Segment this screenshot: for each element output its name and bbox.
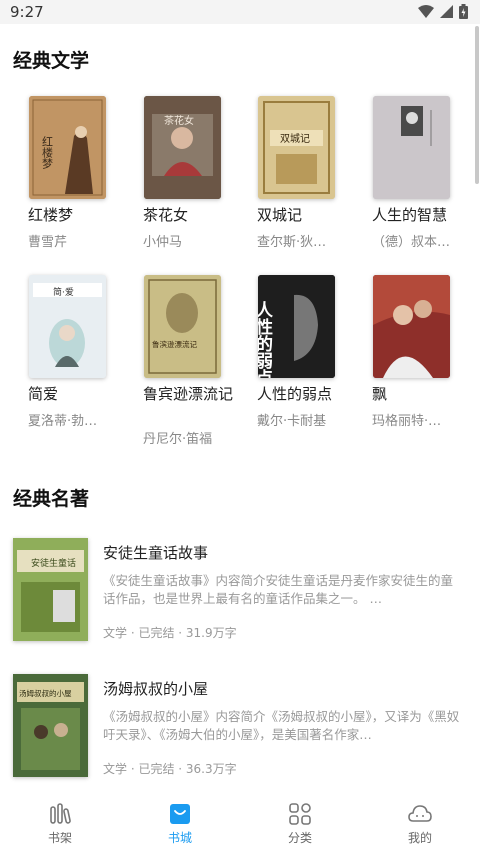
nav-bookshelf[interactable]: 书架 xyxy=(20,801,100,846)
book-cover[interactable]: 双城记 xyxy=(258,96,335,199)
book-cover[interactable]: 红楼梦 xyxy=(29,96,106,199)
book-author: （德）叔本… xyxy=(372,235,451,250)
cover-title: 简·爱 xyxy=(53,286,74,298)
nav-profile[interactable]: 我的 xyxy=(380,801,460,846)
profile-icon xyxy=(408,805,432,822)
cover-title: 安徒生童话 xyxy=(31,557,76,569)
list-item[interactable]: 安徒生童话 安徒生童话故事 《安徒生童话故事》内容简介安徒生童话是丹麦作家安徒生… xyxy=(0,530,480,650)
book-title: 人生的智慧 xyxy=(372,206,448,224)
book-title: 双城记 xyxy=(257,206,303,224)
scrollbar[interactable] xyxy=(475,26,479,184)
bottom-nav: 书架 书城 分类 我的 xyxy=(0,793,480,853)
section-title-classic-works: 经典名著 xyxy=(13,488,90,510)
book-author: 丹尼尔·笛福 xyxy=(143,432,213,447)
book-cover[interactable]: 安徒生童话 xyxy=(13,538,88,641)
nav-label: 书架 xyxy=(47,831,72,845)
book-title: 鲁宾逊漂流记 xyxy=(143,385,234,403)
cover-title: 茶花女 xyxy=(164,114,194,127)
book-cover[interactable] xyxy=(373,96,450,199)
list-item-meta: 文学 · 已完结 · 31.9万字 xyxy=(103,626,237,640)
bookstore-icon xyxy=(170,804,190,824)
cover-title: 双城记 xyxy=(280,133,310,145)
section-title-classic-literature: 经典文学 xyxy=(13,50,90,72)
wifi-icon xyxy=(418,5,434,18)
book-author: 戴尔·卡耐基 xyxy=(257,414,327,429)
book-title: 人性的弱点 xyxy=(257,385,333,403)
book-cover[interactable]: 茶花女 xyxy=(144,96,221,199)
book-title: 红楼梦 xyxy=(28,206,74,224)
book-cover[interactable]: 汤姆叔叔的小屋 xyxy=(13,674,88,777)
nav-bookstore[interactable]: 书城 xyxy=(140,801,220,846)
book-cover[interactable] xyxy=(373,275,450,378)
book-title: 简爱 xyxy=(28,385,59,403)
cover-title: 汤姆叔叔的小屋 xyxy=(19,688,72,698)
battery-icon xyxy=(459,4,468,19)
book-author: 查尔斯·狄… xyxy=(257,235,327,250)
book-author: 曹雪芹 xyxy=(28,235,68,250)
signal-icon xyxy=(440,5,453,18)
book-title: 茶花女 xyxy=(143,206,189,224)
book-author: 玛格丽特·… xyxy=(372,414,442,429)
book-author: 小仲马 xyxy=(143,235,183,250)
list-item-description: 《安徒生童话故事》内容简介安徒生童话是丹麦作家安徒生的童话作品，也是世界上最有名… xyxy=(103,573,454,606)
nav-category[interactable]: 分类 xyxy=(260,801,340,846)
status-time: 9:27 xyxy=(10,3,44,21)
cover-title: 鲁滨逊漂流记 xyxy=(152,339,197,349)
nav-label: 分类 xyxy=(287,831,312,845)
book-cover[interactable]: 人性的弱点 xyxy=(258,275,335,378)
list-item-title: 安徒生童话故事 xyxy=(103,544,209,562)
category-icon xyxy=(289,803,311,825)
status-icons xyxy=(418,4,468,19)
book-cover[interactable]: 鲁滨逊漂流记 xyxy=(144,275,221,378)
bookshelf-icon xyxy=(50,803,71,824)
cover-title: 人性的弱点 xyxy=(258,301,273,378)
nav-label: 我的 xyxy=(407,831,432,845)
book-cover[interactable]: 简·爱 xyxy=(29,275,106,378)
book-title: 飘 xyxy=(372,385,388,403)
list-item-meta: 文学 · 已完结 · 36.3万字 xyxy=(103,762,237,776)
list-item[interactable]: 汤姆叔叔的小屋 汤姆叔叔的小屋 《汤姆叔叔的小屋》内容简介《汤姆叔叔的小屋》，又… xyxy=(0,666,480,786)
book-author: 夏洛蒂·勃… xyxy=(28,414,98,429)
list-item-title: 汤姆叔叔的小屋 xyxy=(103,680,209,698)
cover-title: 红楼梦 xyxy=(41,136,54,170)
status-bar: 9:27 xyxy=(0,0,480,24)
list-item-description: 《汤姆叔叔的小屋》内容简介《汤姆叔叔的小屋》，又译为《黑奴吁天录》、《汤姆大伯的… xyxy=(103,709,460,742)
nav-label: 书城 xyxy=(167,831,192,845)
